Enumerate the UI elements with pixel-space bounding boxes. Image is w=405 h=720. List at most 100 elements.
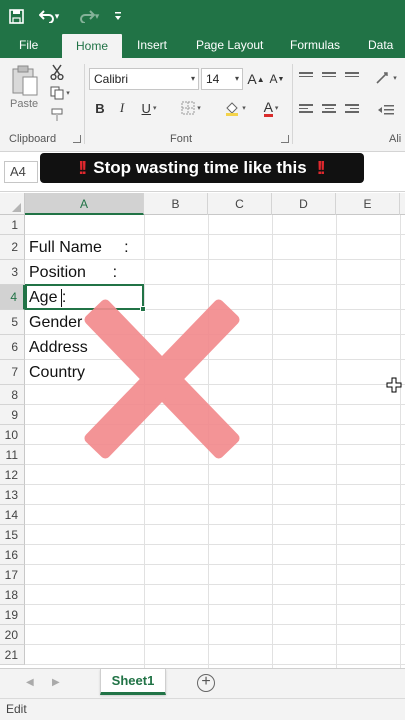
font-launcher-icon[interactable] <box>281 135 289 143</box>
select-all-corner[interactable] <box>0 193 25 215</box>
column-header-d[interactable]: D <box>272 193 336 215</box>
grow-font-button[interactable]: A ▲ <box>247 69 265 89</box>
cell-a7[interactable]: Country <box>29 360 85 385</box>
row-header[interactable]: 10 <box>0 425 25 445</box>
cell-a5[interactable]: Gender <box>29 310 82 335</box>
orientation-button[interactable]: ▾ <box>372 68 400 88</box>
customize-toolbar-button[interactable] <box>110 0 126 32</box>
add-sheet-icon[interactable]: + <box>197 674 215 692</box>
sheet-tab-sheet1[interactable]: Sheet1 <box>100 669 166 695</box>
italic-button[interactable]: I <box>114 98 130 118</box>
cell-a6[interactable]: Address <box>29 335 88 360</box>
row-header[interactable]: 7 <box>0 360 25 385</box>
row-header[interactable]: 3 <box>0 260 25 285</box>
orientation-dropdown-icon[interactable]: ▾ <box>393 74 397 82</box>
row-header[interactable]: 21 <box>0 645 25 665</box>
row-header[interactable]: 4 <box>0 285 25 310</box>
paste-label[interactable]: Paste <box>10 98 38 110</box>
tab-data[interactable]: Data <box>368 32 393 58</box>
row-header[interactable]: 12 <box>0 465 25 485</box>
align-left-icon[interactable] <box>299 104 313 114</box>
row-header[interactable]: 11 <box>0 445 25 465</box>
row-header[interactable]: 19 <box>0 605 25 625</box>
row-header[interactable]: 9 <box>0 405 25 425</box>
undo-dropdown-icon[interactable]: ▾ <box>55 11 60 22</box>
cut-button[interactable] <box>47 62 67 82</box>
underline-dropdown-icon[interactable]: ▾ <box>153 104 157 112</box>
font-size-dropdown-icon[interactable]: ▾ <box>235 69 239 89</box>
borders-button[interactable]: ▾ <box>176 98 206 118</box>
font-color-button[interactable]: A ▾ <box>256 98 286 118</box>
row-header[interactable]: 5 <box>0 310 25 335</box>
next-sheet-icon[interactable]: ▶ <box>52 677 60 688</box>
column-header-a[interactable]: A <box>25 193 144 215</box>
scissors-icon <box>50 64 64 80</box>
align-right-icon[interactable] <box>345 104 359 114</box>
banner-text: Stop wasting time like this <box>93 158 307 177</box>
row-gridline <box>25 464 405 465</box>
fill-color-button[interactable]: ▾ <box>220 98 250 118</box>
row-header[interactable]: 17 <box>0 565 25 585</box>
align-middle-icon[interactable] <box>322 72 336 82</box>
row-header[interactable]: 14 <box>0 505 25 525</box>
row-header[interactable]: 13 <box>0 485 25 505</box>
font-name-box[interactable]: Calibri ▾ <box>89 68 199 90</box>
row-gridline <box>25 604 405 605</box>
column-header-b[interactable]: B <box>144 193 208 215</box>
paste-button[interactable] <box>8 64 42 98</box>
row-header[interactable]: 2 <box>0 235 25 260</box>
sheet-tabs-bar: ◀ ▶ Sheet1 + <box>0 668 405 698</box>
column-gridline <box>400 215 401 668</box>
fill-color-dropdown-icon[interactable]: ▾ <box>242 104 246 112</box>
prev-sheet-icon[interactable]: ◀ <box>26 677 34 688</box>
cell-a2[interactable]: Full Name : <box>29 235 129 260</box>
active-cell-border[interactable] <box>25 284 146 312</box>
column-header-e[interactable]: E <box>336 193 400 215</box>
tab-formulas[interactable]: Formulas <box>290 32 340 58</box>
font-name-dropdown-icon[interactable]: ▾ <box>191 69 195 89</box>
font-color-dropdown-icon[interactable]: ▾ <box>275 104 279 112</box>
select-all-icon <box>12 203 21 212</box>
underline-glyph: U <box>141 100 151 116</box>
copy-dropdown-icon[interactable]: ▾ <box>66 89 70 97</box>
ribbon-separator <box>292 64 293 144</box>
font-size-box[interactable]: 14 ▾ <box>201 68 243 90</box>
column-gridline <box>208 215 209 668</box>
decrease-indent-button[interactable] <box>372 100 400 120</box>
clipboard-launcher-icon[interactable] <box>73 135 81 143</box>
spreadsheet-grid[interactable]: 1 2 Full Name :3 Position :4 Age :5 Gender 6 Ad… <box>0 215 405 668</box>
fill-handle[interactable] <box>140 306 146 312</box>
underline-button[interactable]: U ▾ <box>136 98 162 118</box>
name-box[interactable]: A4 <box>4 161 38 183</box>
row-header[interactable]: 8 <box>0 385 25 405</box>
row-header[interactable]: 18 <box>0 585 25 605</box>
cell-a3[interactable]: Position : <box>29 260 117 285</box>
overlay-banner: !! Stop wasting time like this !! <box>40 153 364 183</box>
paste-icon <box>12 65 38 96</box>
shrink-font-button[interactable]: A ▼ <box>268 69 286 89</box>
row-gridline <box>25 484 405 485</box>
row-header[interactable]: 20 <box>0 625 25 645</box>
align-bottom-icon[interactable] <box>345 72 359 82</box>
undo-button[interactable]: ▾ <box>34 0 64 32</box>
row-header[interactable]: 1 <box>0 215 25 235</box>
save-button[interactable] <box>4 0 28 32</box>
redo-button[interactable]: ▾ <box>74 0 104 32</box>
row-header[interactable]: 15 <box>0 525 25 545</box>
redo-icon <box>79 10 95 23</box>
row-header[interactable]: 16 <box>0 545 25 565</box>
tab-file[interactable]: File <box>19 32 38 58</box>
align-top-icon[interactable] <box>299 72 313 82</box>
column-header-c[interactable]: C <box>208 193 272 215</box>
row-header[interactable]: 6 <box>0 335 25 360</box>
tab-insert[interactable]: Insert <box>137 32 167 58</box>
borders-dropdown-icon[interactable]: ▾ <box>197 104 201 112</box>
redo-dropdown-icon[interactable]: ▾ <box>95 11 100 22</box>
tab-page-layout[interactable]: Page Layout <box>196 32 263 58</box>
copy-button[interactable]: ▾ <box>47 84 73 102</box>
format-painter-button[interactable] <box>47 106 67 124</box>
tab-home[interactable]: Home <box>62 34 123 58</box>
align-center-icon[interactable] <box>322 104 336 114</box>
bold-button[interactable]: B <box>92 98 108 118</box>
row-gridline <box>25 544 405 545</box>
